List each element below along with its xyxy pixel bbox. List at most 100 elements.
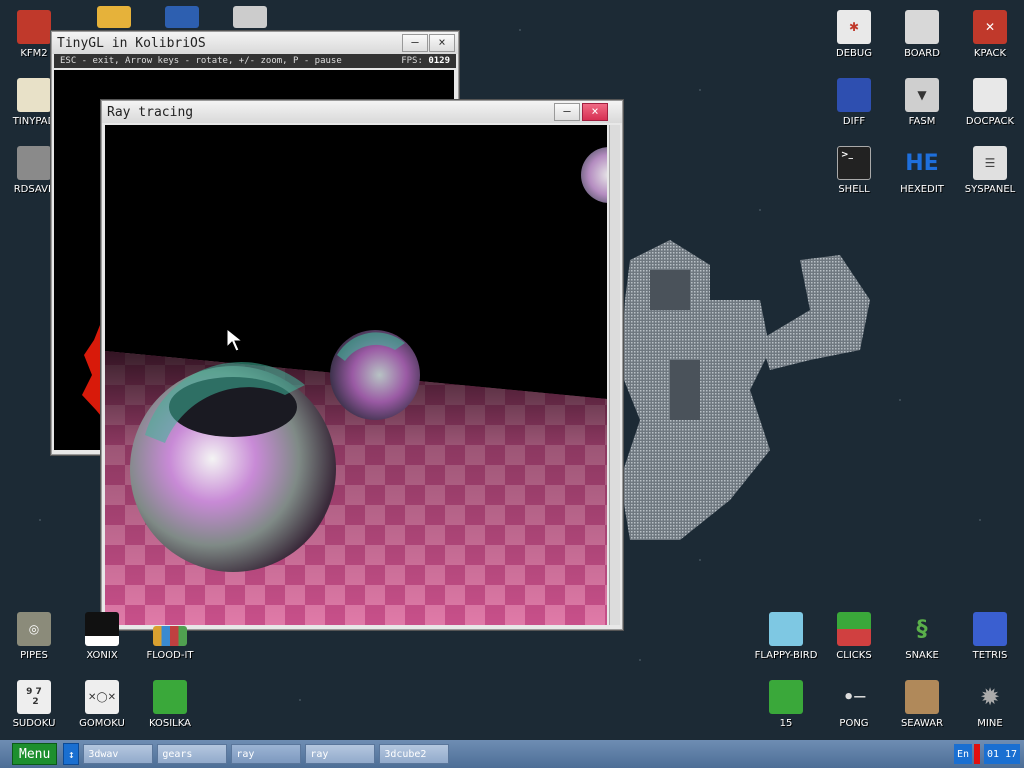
icon-label: DEBUG: [836, 48, 872, 59]
xonix-icon: [85, 612, 119, 646]
cabinet-icon: [973, 78, 1007, 112]
monitor-icon: [165, 6, 199, 28]
desktop-icon-15[interactable]: 15: [752, 680, 820, 744]
task-button-ray[interactable]: ray: [231, 744, 302, 764]
icon-label: SHELL: [838, 184, 870, 195]
menu-button[interactable]: Menu: [12, 743, 58, 765]
desktop-icon-board[interactable]: BOARD: [888, 10, 956, 74]
desktop-icon-kosilka[interactable]: KOSILKA: [136, 680, 204, 744]
fps-value: 0129: [428, 56, 450, 66]
raytracing-scrollbar[interactable]: [609, 125, 620, 625]
diff-icon: [837, 78, 871, 112]
wrench-icon: ✕: [973, 10, 1007, 44]
icon-label: BOARD: [904, 48, 940, 59]
clock[interactable]: 01 17: [984, 744, 1020, 764]
desktop-icon-flood-it[interactable]: FLOOD-IT: [136, 612, 204, 676]
clicks-icon: [837, 612, 871, 646]
bug-icon: ✱: [837, 10, 871, 44]
language-indicator[interactable]: En: [954, 744, 972, 764]
folder-icon: [97, 6, 131, 28]
close-button[interactable]: ×: [429, 34, 455, 52]
window-title: TinyGL in KolibriOS: [57, 35, 206, 51]
icon-label: FLOOD-IT: [146, 650, 194, 661]
flood-icon: [153, 626, 187, 646]
icon-label: MINE: [977, 718, 1003, 729]
icon-label: GOMOKU: [79, 718, 125, 729]
desktop-icon-clicks[interactable]: CLICKS: [820, 612, 888, 676]
lawnmower-icon: [153, 680, 187, 714]
icon-label: SUDOKU: [12, 718, 56, 729]
icon-label: PONG: [839, 718, 869, 729]
hex-icon: HE: [905, 150, 939, 176]
pipes-icon: ◎: [17, 612, 51, 646]
desktop-icon-shell[interactable]: >_ SHELL: [820, 146, 888, 210]
calculator-icon: [233, 6, 267, 28]
fps-readout: FPS: 0129: [401, 56, 450, 66]
raytracing-window[interactable]: Ray tracing – ×: [101, 100, 623, 630]
icon-label: SEAWAR: [900, 718, 944, 729]
desktop-icon-kpack[interactable]: ✕ KPACK: [956, 10, 1024, 74]
desktop-icon-docpack[interactable]: DOCPACK: [956, 78, 1024, 142]
desktop-icon-hexedit[interactable]: HE HEXEDIT: [888, 146, 956, 210]
floppy-icon: [17, 10, 51, 44]
fps-label: FPS:: [401, 56, 423, 66]
icon-label: SNAKE: [905, 650, 939, 661]
desktop-icon-flappy-bird[interactable]: FLAPPY-BIRD: [752, 612, 820, 676]
fasm-icon: ▼: [905, 78, 939, 112]
tinygl-titlebar[interactable]: TinyGL in KolibriOS – ×: [52, 32, 458, 54]
window-title: Ray tracing: [107, 104, 194, 120]
desktop-icon-mine[interactable]: ✹ MINE: [956, 680, 1024, 744]
ramdisk-icon: [17, 146, 51, 180]
icon-label: FASM: [908, 116, 936, 127]
icon-label: PIPES: [20, 650, 48, 661]
raytracing-canvas[interactable]: [105, 125, 607, 625]
close-button[interactable]: ×: [582, 103, 608, 121]
ship-icon: [905, 680, 939, 714]
task-button-ray-2[interactable]: ray: [305, 744, 376, 764]
bird-icon: [769, 612, 803, 646]
icon-label: HEXEDIT: [900, 184, 944, 195]
desktop-icon-pong[interactable]: •─ PONG: [820, 680, 888, 744]
taskbar-toggle-button[interactable]: ↕: [63, 743, 80, 765]
desktop-icon-syspanel[interactable]: ☰ SYSPANEL: [956, 146, 1024, 210]
task-button-3dwav[interactable]: 3dwav: [83, 744, 154, 764]
icon-label: TETRIS: [972, 650, 1008, 661]
raytracing-titlebar[interactable]: Ray tracing – ×: [102, 101, 622, 123]
desktop-icon-debug[interactable]: ✱ DEBUG: [820, 10, 888, 74]
gomoku-icon: ✕◯✕: [85, 680, 119, 714]
desktop-icon-gomoku[interactable]: ✕◯✕ GOMOKU: [68, 680, 136, 744]
minimize-button[interactable]: –: [402, 34, 428, 52]
desktop-icon-snake[interactable]: § SNAKE: [888, 612, 956, 676]
raytrace-render: [105, 125, 607, 625]
pong-icon: •─: [842, 686, 866, 708]
sudoku-icon: 9 7 2: [17, 680, 51, 714]
desktop-icon-seawar[interactable]: SEAWAR: [888, 680, 956, 744]
desktop-icon-pipes[interactable]: ◎ PIPES: [0, 612, 68, 676]
icon-label: KPACK: [973, 48, 1007, 59]
task-button-3dcube2[interactable]: 3dcube2: [379, 744, 450, 764]
taskbar: Menu ↕ 3dwav gears ray ray 3dcube2 En 01…: [0, 740, 1024, 768]
desktop-icon-diff[interactable]: DIFF: [820, 78, 888, 142]
mine-icon: ✹: [979, 683, 1001, 711]
task-button-gears[interactable]: gears: [157, 744, 228, 764]
controls-hint: ESC - exit, Arrow keys - rotate, +/- zoo…: [60, 56, 342, 66]
terminal-icon: >_: [837, 146, 871, 180]
tinygl-statusbar: ESC - exit, Arrow keys - rotate, +/- zoo…: [54, 54, 456, 68]
icon-label: FLAPPY-BIRD: [754, 650, 818, 661]
desktop-icon-fasm[interactable]: ▼ FASM: [888, 78, 956, 142]
desktop-icon-sudoku[interactable]: 9 7 2 SUDOKU: [0, 680, 68, 744]
desktop-icon-xonix[interactable]: XONIX: [68, 612, 136, 676]
snake-icon: §: [916, 616, 928, 642]
icon-label: 15: [779, 718, 793, 729]
desktop-icon-tetris[interactable]: TETRIS: [956, 612, 1024, 676]
icon-label: DIFF: [842, 116, 866, 127]
minimize-button[interactable]: –: [554, 103, 580, 121]
icon-label: XONIX: [86, 650, 118, 661]
sliders-icon: ☰: [973, 146, 1007, 180]
icon-label: DOCPACK: [965, 116, 1015, 127]
tetris-icon: [973, 612, 1007, 646]
cpu-indicator: [974, 744, 980, 764]
treehouse-wallpaper: [620, 240, 870, 540]
notepad-icon: [17, 78, 51, 112]
icon-label: KOSILKA: [149, 718, 191, 729]
